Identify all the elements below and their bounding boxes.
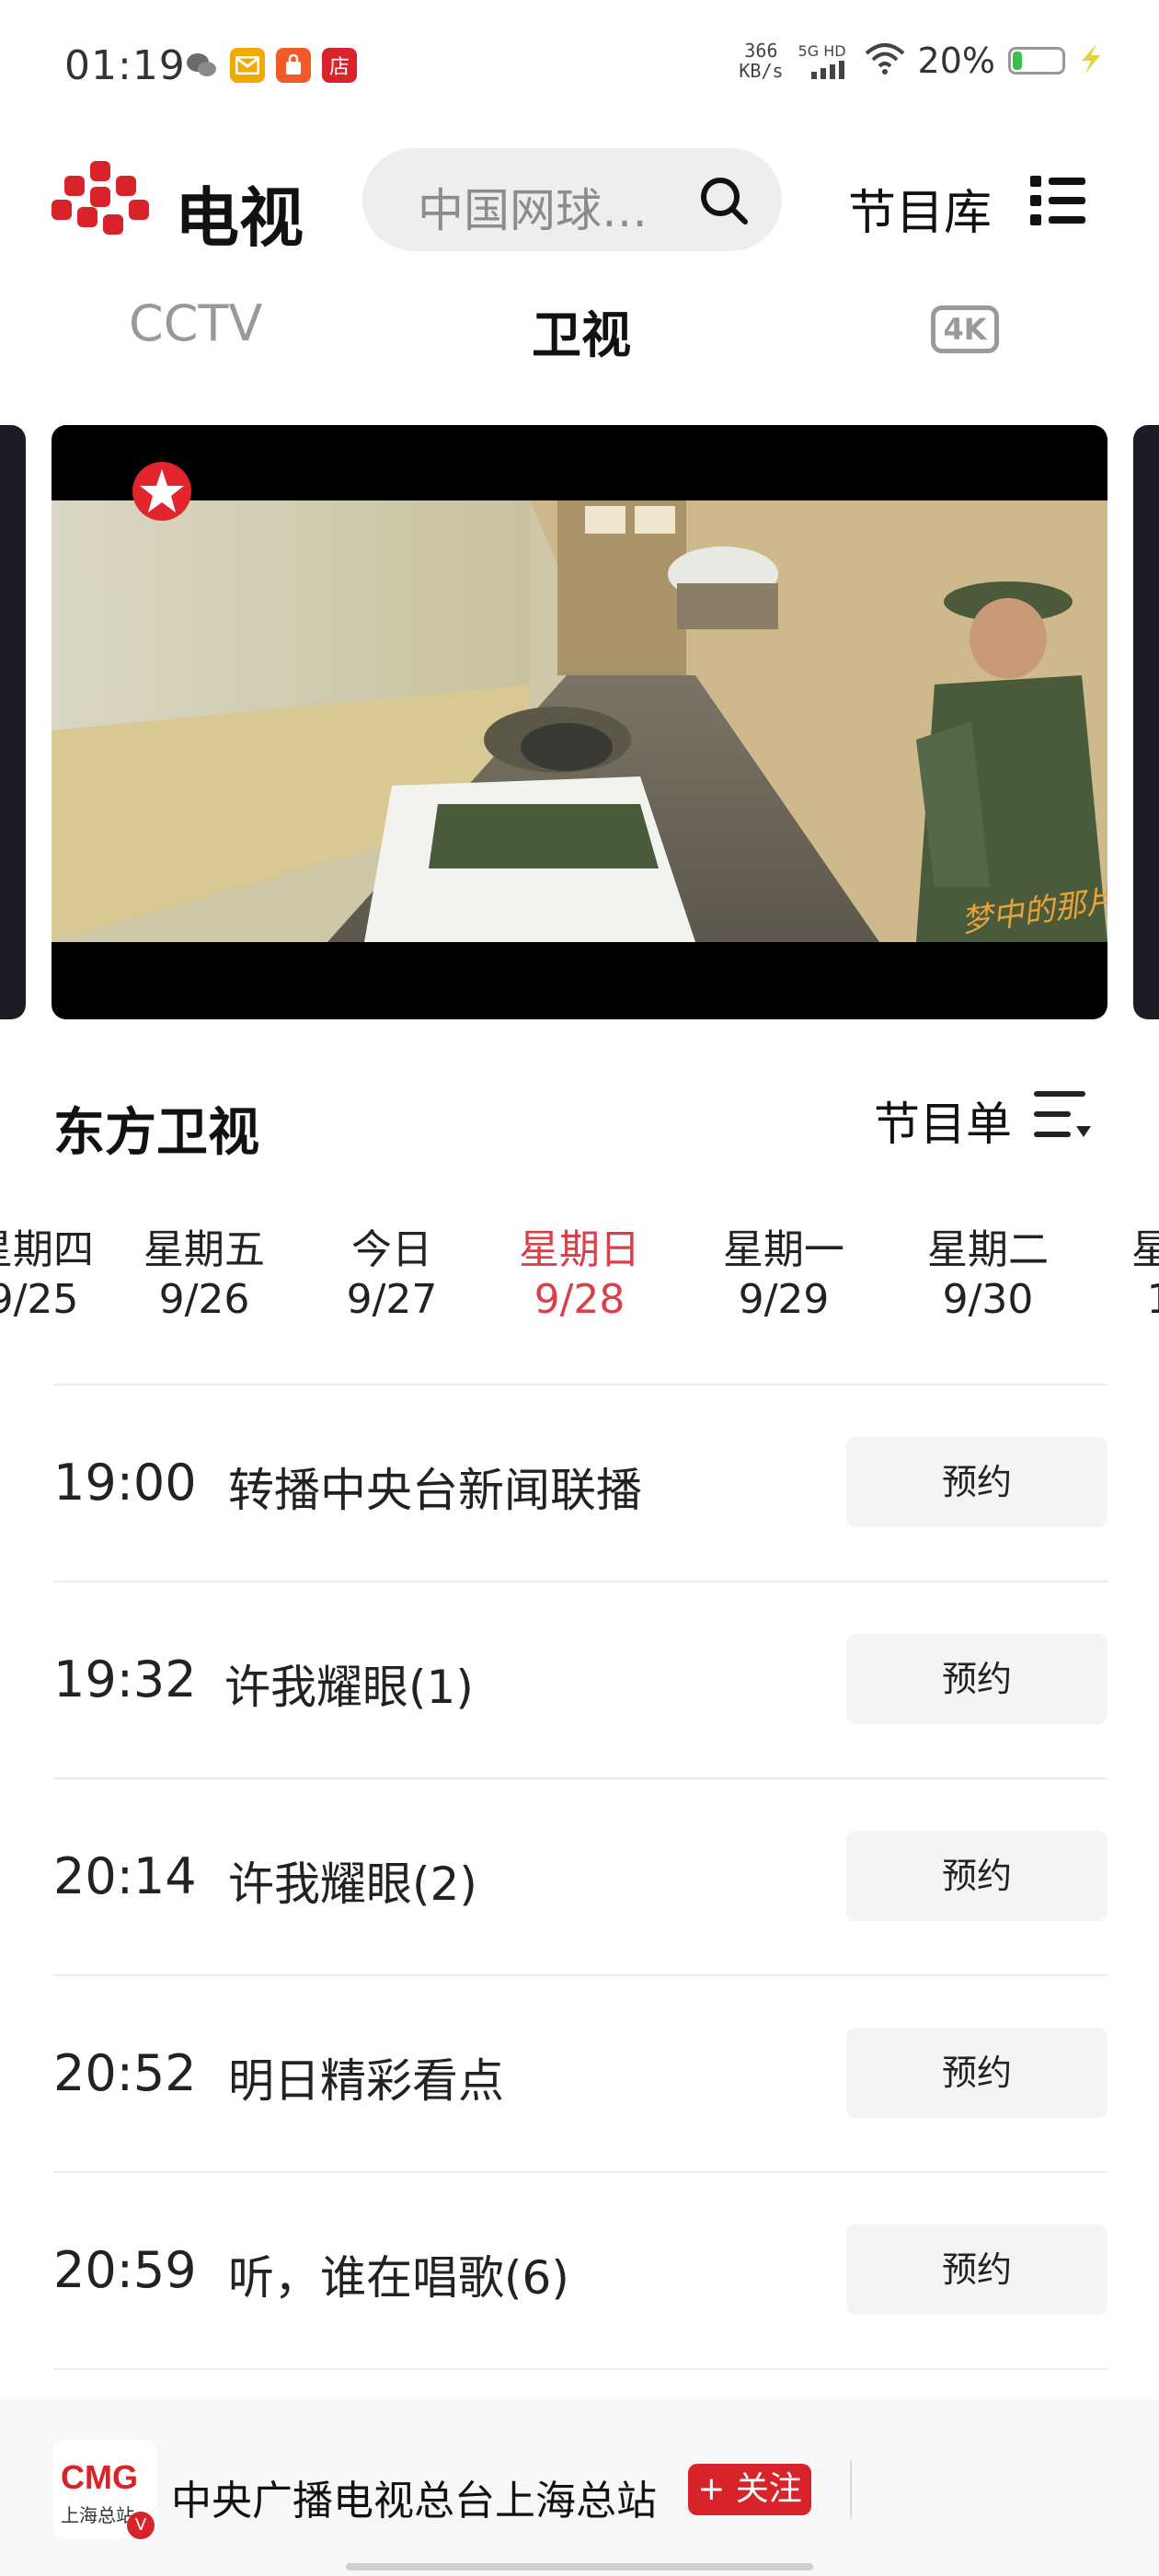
cctv-app-logo-icon[interactable] [50, 159, 151, 242]
cmg-logo-subtitle: 上海总站 [61, 2504, 134, 2526]
program-title: 明日精彩看点 [228, 2054, 504, 2108]
tab-4k[interactable]: 4K [931, 305, 999, 353]
next-channel-card[interactable] [1133, 425, 1159, 1019]
program-title: 转播中央台新闻联播 [228, 1464, 642, 1517]
cmg-logo-text: CMG [61, 2458, 138, 2496]
program-title: 听，谁在唱歌(6) [228, 2251, 569, 2305]
menu-list-icon[interactable] [1030, 174, 1085, 227]
program-list: 19:00 转播中央台新闻联播 预约 19:32 许我耀眼(1) 预约 20:1… [53, 1384, 1107, 2370]
program-row[interactable]: 20:52 明日精彩看点 预约 [53, 1974, 1107, 2171]
schedule-list-icon[interactable] [1034, 1089, 1091, 1141]
program-time: 19:00 [53, 1454, 197, 1512]
date-selector: 星期四9/25 星期五9/26 今日9/27 星期日9/28 星期一9/29 星… [0, 1225, 1159, 1336]
notification-icons: 店 [184, 48, 357, 83]
reserve-button[interactable]: 预约 [846, 2225, 1107, 2315]
program-time: 20:14 [53, 1847, 197, 1905]
video-player[interactable]: 梦中的那片海 [52, 425, 1107, 1019]
system-status: 366 KB/s 5G HD 20% [739, 40, 1104, 81]
reserve-button[interactable]: 预约 [846, 2028, 1107, 2118]
wifi-icon [865, 42, 905, 79]
battery-icon [1008, 47, 1065, 75]
channel-category-tabs: CCTV 卫视 4K [0, 294, 1159, 377]
status-time: 01:19 [64, 42, 186, 89]
program-row[interactable]: 19:00 转播中央台新闻联播 预约 [53, 1384, 1107, 1581]
broadcaster-name[interactable]: 中央广播电视总台上海总站 [171, 2467, 657, 2526]
day-item[interactable]: 星期二 9/30 [905, 1225, 1071, 1325]
day-item[interactable]: 星期三10/1 [1109, 1225, 1159, 1325]
program-time: 20:52 [53, 2044, 197, 2102]
divider [850, 2460, 852, 2519]
follow-button[interactable]: + 关注 [688, 2464, 811, 2515]
reserve-button[interactable]: 预约 [846, 1634, 1107, 1724]
program-library-link[interactable]: 节目库 [848, 174, 992, 243]
verified-icon: V [127, 2512, 155, 2539]
program-row[interactable]: 20:14 许我耀眼(2) 预约 [53, 1777, 1107, 1974]
video-frame [52, 500, 1107, 942]
program-time: 20:59 [53, 2241, 197, 2299]
cmg-logo[interactable]: CMG 上海总站 V [53, 2440, 156, 2539]
channel-title: 东方卫视 [53, 1103, 259, 1163]
previous-channel-card[interactable] [0, 425, 26, 1019]
broadcaster-follow-bar: CMG 上海总站 V 中央广播电视总台上海总站 + 关注 [0, 2399, 1159, 2576]
day-item[interactable]: 星期五 9/26 [121, 1225, 287, 1325]
program-time: 19:32 [53, 1650, 197, 1708]
program-row[interactable]: 19:32 许我耀眼(1) 预约 [53, 1581, 1107, 1777]
network-speed: 366 KB/s [739, 40, 784, 82]
search-icon[interactable] [697, 174, 751, 227]
shopping-app-icon [276, 48, 311, 83]
program-title: 许我耀眼(2) [228, 1857, 477, 1911]
home-indicator[interactable] [346, 2563, 813, 2570]
day-item-selected[interactable]: 星期日 9/28 [497, 1225, 662, 1325]
day-item[interactable]: 星期一 9/29 [701, 1225, 866, 1325]
store-app-icon: 店 [322, 48, 357, 83]
day-item[interactable]: 星期四9/25 [0, 1225, 116, 1325]
tab-cctv[interactable]: CCTV [129, 294, 262, 352]
mail-app-icon [230, 48, 265, 83]
tab-satellite[interactable]: 卫视 [532, 294, 631, 367]
reserve-button[interactable]: 预约 [846, 1831, 1107, 1921]
search-placeholder: 中国网球… [418, 184, 648, 237]
wechat-icon [184, 48, 219, 83]
battery-percent: 20% [917, 40, 995, 81]
cellular-signal-icon: 5G HD [797, 42, 852, 79]
status-bar: 01:19 店 366 KB/s 5G HD 20% [0, 0, 1159, 138]
app-title: 电视 [175, 180, 304, 256]
charging-icon [1078, 42, 1104, 79]
search-bar[interactable]: 中国网球… [362, 148, 782, 251]
app-header: 电视 中国网球… 节目库 [0, 143, 1159, 262]
reserve-button[interactable]: 预约 [846, 1437, 1107, 1527]
schedule-link[interactable]: 节目单 [874, 1087, 1012, 1154]
battery-level [1013, 52, 1022, 70]
dragon-tv-logo-icon [132, 462, 191, 521]
program-row[interactable]: 20:59 听，谁在唱歌(6) 预约 [53, 2171, 1107, 2370]
day-item-today[interactable]: 今日 9/27 [309, 1225, 475, 1325]
program-title: 许我耀眼(1) [224, 1661, 474, 1714]
